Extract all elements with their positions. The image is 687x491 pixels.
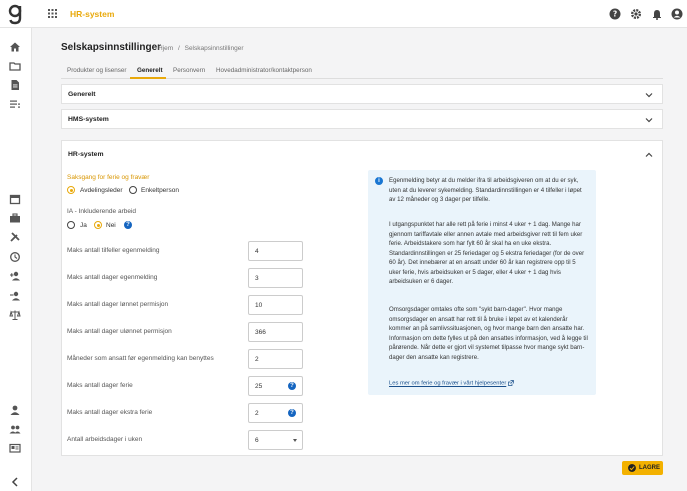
- maneder-ansatt-input[interactable]: 2: [248, 349, 303, 369]
- radio-ja[interactable]: [67, 221, 75, 229]
- field-label: Maks antall dager ferie: [67, 382, 133, 389]
- scale-icon[interactable]: [9, 309, 21, 321]
- tools-icon[interactable]: [9, 231, 21, 243]
- panel-title: HMS-system: [68, 116, 109, 123]
- ferie-dager-input[interactable]: 25?: [248, 376, 303, 396]
- external-link-icon: [508, 380, 515, 386]
- ia-label: IA - Inkluderende arbeid: [67, 208, 137, 215]
- account-icon[interactable]: [671, 8, 683, 20]
- egenmelding-tilfeller-input[interactable]: 4: [248, 241, 303, 261]
- breadcrumb: Hjem / Selskapsinnstillinger: [158, 45, 244, 52]
- tab-generelt[interactable]: Generelt: [137, 67, 163, 74]
- page-title: Selskapsinnstillinger: [61, 42, 162, 53]
- tab-personvern[interactable]: Personvern: [173, 67, 205, 74]
- help-icon[interactable]: ?: [288, 409, 296, 417]
- sidebar: [0, 28, 32, 491]
- panel-generelt[interactable]: Generelt: [61, 84, 663, 104]
- breadcrumb-current: Selskapsinnstillinger: [184, 45, 244, 52]
- person-remove-icon[interactable]: [9, 290, 21, 302]
- check-icon: [628, 464, 636, 472]
- help-icon[interactable]: ?: [124, 221, 132, 229]
- active-tab-indicator: [130, 77, 166, 79]
- saksgang-label: Saksgang for ferie og fravær: [67, 174, 150, 181]
- info-ferie: I utgangspunktet har alle rett på ferie …: [389, 221, 585, 285]
- bell-icon[interactable]: [651, 8, 663, 20]
- list-icon[interactable]: [9, 98, 21, 110]
- gear-icon[interactable]: [630, 8, 642, 20]
- lonnet-permisjon-input[interactable]: 10: [248, 295, 303, 315]
- field-label: Maks antall dager lønnet permisjon: [67, 301, 169, 308]
- caret-down-icon: [293, 439, 297, 442]
- panel-title: Generelt: [68, 91, 96, 98]
- radio-label: Ja: [80, 222, 87, 229]
- field-label: Maks antall tilfeller egenmelding: [67, 247, 160, 254]
- field-label: Måneder som ansatt før egenmelding kan b…: [67, 355, 214, 362]
- folder-icon[interactable]: [9, 60, 21, 72]
- field-label: Maks antall dager egenmelding: [67, 274, 158, 281]
- app-grid-icon[interactable]: [48, 9, 57, 18]
- tab-hovedadministrator[interactable]: Hovedadministrator/kontaktperson: [216, 67, 312, 74]
- home-icon[interactable]: [9, 41, 21, 53]
- info-omsorgsdager: Omsorgsdager omtales ofte som "sykt barn…: [389, 306, 588, 361]
- people-icon[interactable]: [9, 423, 21, 435]
- radio-avdelingsleder[interactable]: [67, 186, 75, 194]
- chevron-up-icon[interactable]: [645, 151, 653, 159]
- tab-bar: Produkter og lisenser Generelt Personver…: [61, 63, 663, 79]
- radio-label: Avdelingsleder: [80, 187, 123, 194]
- info-icon: i: [375, 177, 383, 185]
- field-label: Antall arbeidsdager i uken: [67, 436, 143, 443]
- calendar-icon[interactable]: [9, 193, 21, 205]
- history-icon[interactable]: [9, 251, 21, 263]
- person-icon[interactable]: [9, 404, 21, 416]
- panel-hms[interactable]: HMS-system: [61, 109, 663, 129]
- save-label: LAGRE: [639, 465, 660, 471]
- chevron-down-icon[interactable]: [645, 116, 653, 124]
- save-button[interactable]: LAGRE: [622, 461, 663, 475]
- chevron-down-icon[interactable]: [645, 91, 653, 99]
- ekstra-ferie-input[interactable]: 2?: [248, 403, 303, 423]
- radio-label: Enkeltperson: [141, 187, 179, 194]
- info-egenmelding: Egenmelding betyr at du melder ifra til …: [389, 177, 582, 203]
- top-bar: HR-system ?: [0, 0, 687, 28]
- document-icon[interactable]: [9, 79, 21, 91]
- field-label: Maks antall dager ekstra ferie: [67, 409, 153, 416]
- info-box: i Egenmelding betyr at du melder ifra ti…: [368, 170, 596, 395]
- radio-nei[interactable]: [94, 221, 102, 229]
- radio-label: Nei: [106, 222, 116, 229]
- page-header: Selskapsinnstillinger: [61, 42, 161, 53]
- tab-produkter[interactable]: Produkter og lisenser: [67, 67, 127, 74]
- ulonnet-permisjon-input[interactable]: 366: [248, 322, 303, 342]
- breadcrumb-separator: /: [177, 45, 180, 52]
- app-title: HR-system: [70, 9, 115, 19]
- collapse-icon[interactable]: [9, 476, 21, 488]
- person-add-icon[interactable]: [9, 270, 21, 282]
- breadcrumb-home[interactable]: Hjem: [158, 45, 173, 52]
- egenmelding-dager-input[interactable]: 3: [248, 268, 303, 288]
- arbeidsdager-select[interactable]: 6: [248, 430, 303, 450]
- field-label: Maks antall dager ulønnet permisjon: [67, 328, 172, 335]
- panel-title: HR-system: [68, 151, 104, 158]
- help-icon[interactable]: ?: [288, 382, 296, 390]
- svg-text:?: ?: [613, 10, 617, 19]
- logo[interactable]: [8, 3, 22, 25]
- briefcase-icon[interactable]: [9, 212, 21, 224]
- radio-enkeltperson[interactable]: [129, 186, 137, 194]
- help-icon[interactable]: ?: [609, 8, 621, 20]
- id-card-icon[interactable]: [9, 442, 21, 454]
- help-center-link[interactable]: Les mer om ferie og fravær i vårt hjelpe…: [389, 380, 515, 387]
